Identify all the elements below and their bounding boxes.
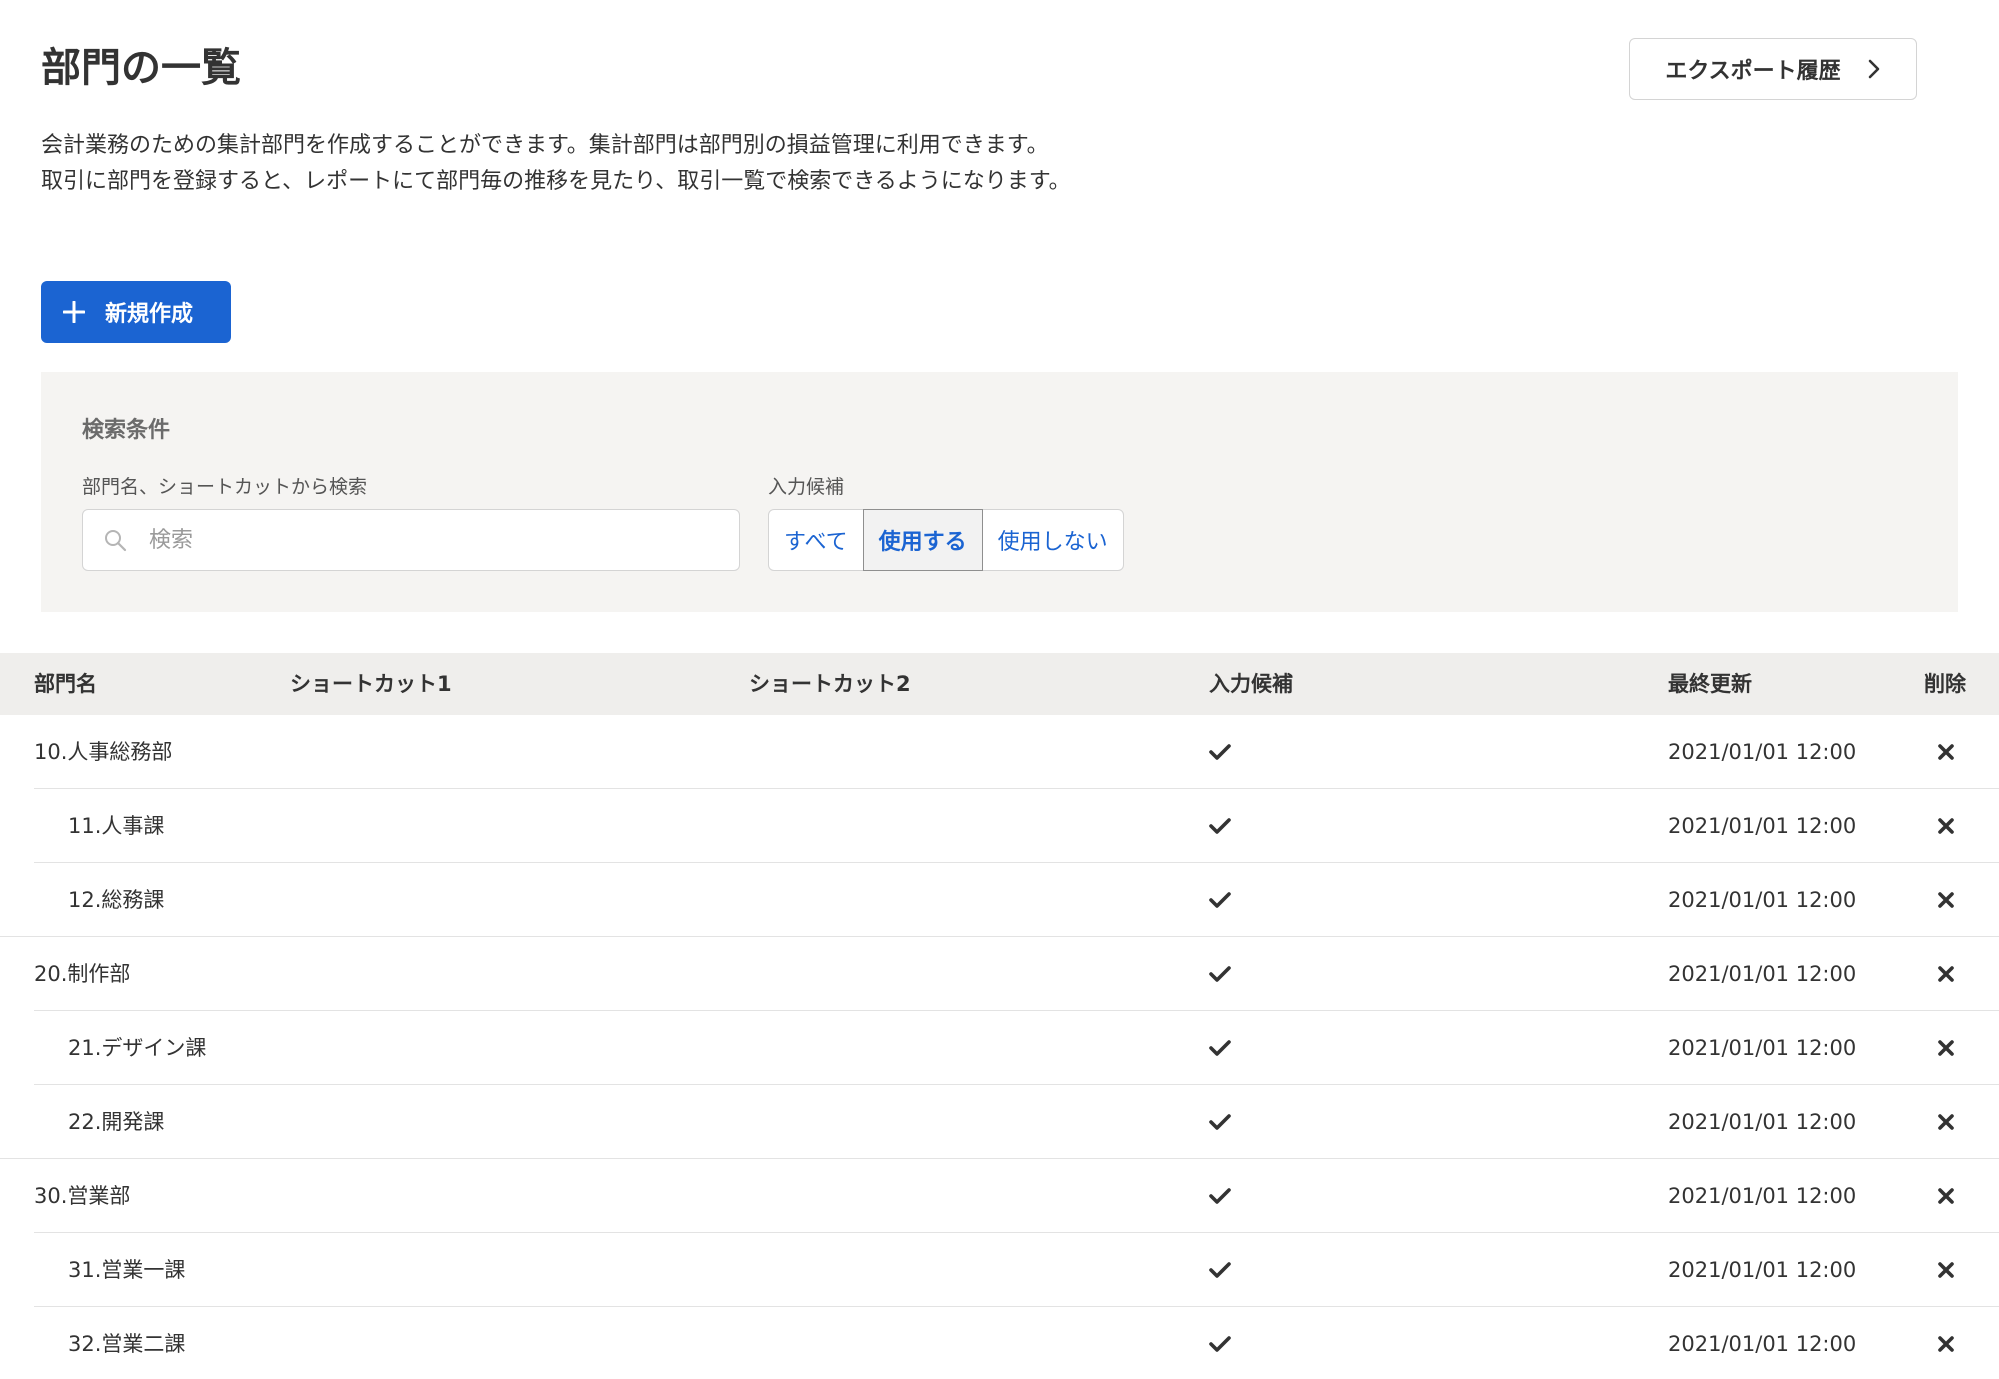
department-name[interactable]: 32.営業二課 bbox=[68, 1307, 185, 1379]
suggest-filter-segmented: すべて 使用する 使用しない bbox=[768, 509, 1124, 571]
column-header-shortcut2: ショートカット2 bbox=[749, 672, 911, 696]
updated-at: 2021/01/01 12:00 bbox=[1668, 962, 1857, 986]
department-name[interactable]: 21.デザイン課 bbox=[68, 1011, 206, 1085]
table-row[interactable]: 22.開発課 2021/01/01 12:00 bbox=[0, 1085, 1999, 1159]
column-header-shortcut1: ショートカット1 bbox=[290, 672, 452, 696]
close-icon[interactable] bbox=[1937, 817, 1955, 835]
close-icon[interactable] bbox=[1937, 891, 1955, 909]
department-name[interactable]: 30.営業部 bbox=[34, 1159, 130, 1233]
page-title: 部門の一覧 bbox=[41, 45, 241, 91]
chevron-right-icon bbox=[1868, 59, 1879, 79]
table-row[interactable]: 21.デザイン課 2021/01/01 12:00 bbox=[0, 1011, 1999, 1085]
check-icon bbox=[1209, 744, 1231, 760]
export-history-button[interactable]: エクスポート履歴 bbox=[1629, 38, 1917, 100]
search-field-label: 部門名、ショートカットから検索 bbox=[82, 476, 368, 498]
check-icon bbox=[1209, 1114, 1231, 1130]
updated-at: 2021/01/01 12:00 bbox=[1668, 814, 1857, 838]
department-name[interactable]: 22.開発課 bbox=[68, 1085, 164, 1159]
suggest-filter-label: 入力候補 bbox=[768, 476, 845, 498]
table-row[interactable]: 11.人事課 2021/01/01 12:00 bbox=[0, 789, 1999, 863]
department-table: 部門名 ショートカット1 ショートカット2 入力候補 最終更新 削除 10.人事… bbox=[0, 653, 1999, 1379]
updated-at: 2021/01/01 12:00 bbox=[1668, 1258, 1857, 1282]
page-description: 会計業務のための集計部門を作成することができます。集計部門は部門別の損益管理に利… bbox=[41, 128, 1071, 200]
check-icon bbox=[1209, 1262, 1231, 1278]
department-name[interactable]: 12.総務課 bbox=[68, 863, 164, 937]
column-header-delete: 削除 bbox=[1924, 672, 1966, 696]
check-icon bbox=[1209, 966, 1231, 982]
search-panel: 検索条件 部門名、ショートカットから検索 入力候補 すべて 使用する 使用しない bbox=[41, 372, 1958, 612]
department-name[interactable]: 10.人事総務部 bbox=[34, 715, 172, 789]
column-header-suggest: 入力候補 bbox=[1209, 672, 1293, 696]
filter-option-all[interactable]: すべて bbox=[769, 510, 863, 570]
department-name[interactable]: 20.制作部 bbox=[34, 937, 130, 1011]
column-header-name: 部門名 bbox=[34, 672, 97, 696]
search-input[interactable] bbox=[149, 527, 709, 553]
close-icon[interactable] bbox=[1937, 1039, 1955, 1057]
table-row[interactable]: 30.営業部 2021/01/01 12:00 bbox=[0, 1159, 1999, 1233]
close-icon[interactable] bbox=[1937, 1261, 1955, 1279]
check-icon bbox=[1209, 1336, 1231, 1352]
description-line: 取引に部門を登録すると、レポートにて部門毎の推移を見たり、取引一覧で検索できるよ… bbox=[41, 169, 1071, 194]
search-heading: 検索条件 bbox=[82, 418, 171, 443]
filter-option-used[interactable]: 使用する bbox=[862, 509, 983, 571]
department-name[interactable]: 11.人事課 bbox=[68, 789, 164, 863]
table-row[interactable]: 31.営業一課 2021/01/01 12:00 bbox=[0, 1233, 1999, 1307]
close-icon[interactable] bbox=[1937, 1113, 1955, 1131]
table-body: 10.人事総務部 2021/01/01 12:00 11.人事課 2021/01/01… bbox=[0, 715, 1999, 1379]
check-icon bbox=[1209, 892, 1231, 908]
table-row[interactable]: 12.総務課 2021/01/01 12:00 bbox=[0, 863, 1999, 937]
search-input-box[interactable] bbox=[82, 509, 740, 571]
close-icon[interactable] bbox=[1937, 965, 1955, 983]
description-line: 会計業務のための集計部門を作成することができます。集計部門は部門別の損益管理に利… bbox=[41, 133, 1049, 158]
column-header-updated: 最終更新 bbox=[1668, 672, 1752, 696]
check-icon bbox=[1209, 818, 1231, 834]
close-icon[interactable] bbox=[1937, 1335, 1955, 1353]
table-row[interactable]: 10.人事総務部 2021/01/01 12:00 bbox=[0, 715, 1999, 789]
page: 部門の一覧 エクスポート履歴 会計業務のための集計部門を作成することができます。… bbox=[0, 0, 1999, 1379]
check-icon bbox=[1209, 1040, 1231, 1056]
department-name[interactable]: 31.営業一課 bbox=[68, 1233, 185, 1307]
updated-at: 2021/01/01 12:00 bbox=[1668, 1110, 1857, 1134]
updated-at: 2021/01/01 12:00 bbox=[1668, 1184, 1857, 1208]
updated-at: 2021/01/01 12:00 bbox=[1668, 1036, 1857, 1060]
check-icon bbox=[1209, 1188, 1231, 1204]
table-row[interactable]: 32.営業二課 2021/01/01 12:00 bbox=[0, 1307, 1999, 1379]
updated-at: 2021/01/01 12:00 bbox=[1668, 1332, 1857, 1356]
close-icon[interactable] bbox=[1937, 743, 1955, 761]
table-header: 部門名 ショートカット1 ショートカット2 入力候補 最終更新 削除 bbox=[0, 653, 1999, 715]
table-row[interactable]: 20.制作部 2021/01/01 12:00 bbox=[0, 937, 1999, 1011]
new-department-label: 新規作成 bbox=[105, 302, 194, 327]
plus-icon bbox=[63, 301, 85, 323]
updated-at: 2021/01/01 12:00 bbox=[1668, 740, 1857, 764]
filter-option-unused[interactable]: 使用しない bbox=[983, 510, 1123, 570]
updated-at: 2021/01/01 12:00 bbox=[1668, 888, 1857, 912]
export-history-label: エクスポート履歴 bbox=[1665, 59, 1841, 84]
new-department-button[interactable]: 新規作成 bbox=[41, 281, 231, 343]
search-icon bbox=[105, 530, 127, 552]
close-icon[interactable] bbox=[1937, 1187, 1955, 1205]
